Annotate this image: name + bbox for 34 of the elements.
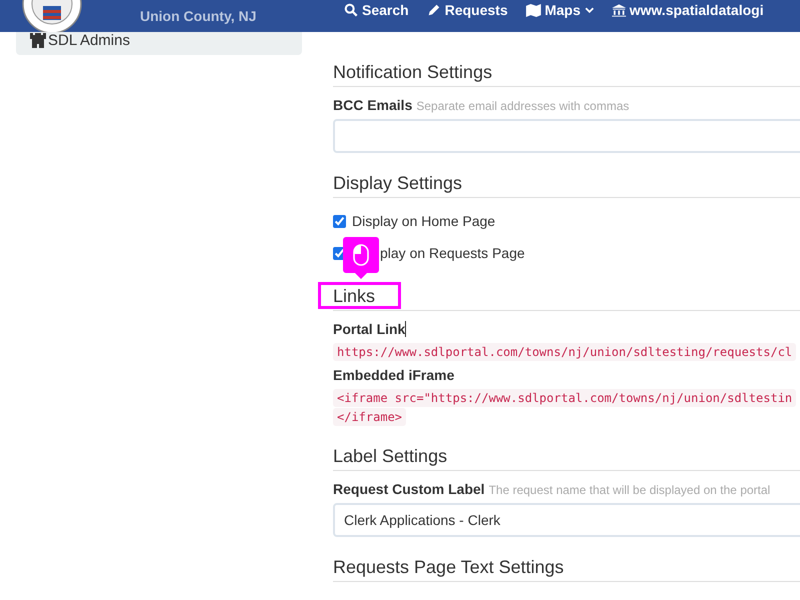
text-cursor (405, 321, 406, 337)
checkbox[interactable] (333, 214, 346, 228)
section-heading: Label Settings (333, 445, 448, 468)
checkbox-label: play on Requests Page (380, 245, 525, 261)
input-field[interactable] (333, 119, 800, 153)
county-name: Union County, NJ (140, 8, 256, 24)
input-field[interactable]: Clerk Applications - Clerk (333, 503, 800, 537)
code-snippet: </iframe> (333, 408, 406, 426)
field-label: Portal Link (333, 321, 406, 337)
section-heading: Notification Settings (333, 61, 492, 84)
field-hint: Separate email addresses with commas (416, 99, 630, 113)
nav-link[interactable]: www.spatialdatalogi (612, 2, 764, 18)
field-label: BCC Emails (333, 97, 412, 113)
checkbox[interactable] (333, 246, 346, 260)
nav-link[interactable]: Search (344, 2, 409, 18)
section-heading: Requests Page Text Settings (333, 556, 564, 579)
castle-icon (30, 33, 46, 48)
field-label: Embedded iFrame (333, 367, 454, 383)
nav-link[interactable]: Maps (526, 2, 594, 18)
nav-link[interactable]: Requests (426, 2, 508, 18)
section-heading: Links (333, 285, 376, 308)
pencil-icon (426, 3, 441, 17)
building-icon (612, 4, 626, 16)
search-icon (344, 3, 358, 17)
code-snippet: <iframe src="https://www.sdlportal.com/towns/nj/union/sdltestin (333, 389, 796, 407)
checkbox-label: Display on Home Page (352, 213, 496, 229)
sidebar-item[interactable]: SDL Admins (16, 32, 302, 49)
field-label: Request Custom Label (333, 481, 485, 497)
caret-icon (584, 7, 594, 13)
mouse-icon (353, 244, 369, 266)
section-heading: Display Settings (333, 172, 462, 195)
field-hint: The request name that will be displayed on the portal (488, 483, 770, 497)
code-snippet: https://www.sdlportal.com/towns/nj/union/sdltesting/requests/cl (333, 343, 796, 361)
map-icon (526, 4, 541, 16)
